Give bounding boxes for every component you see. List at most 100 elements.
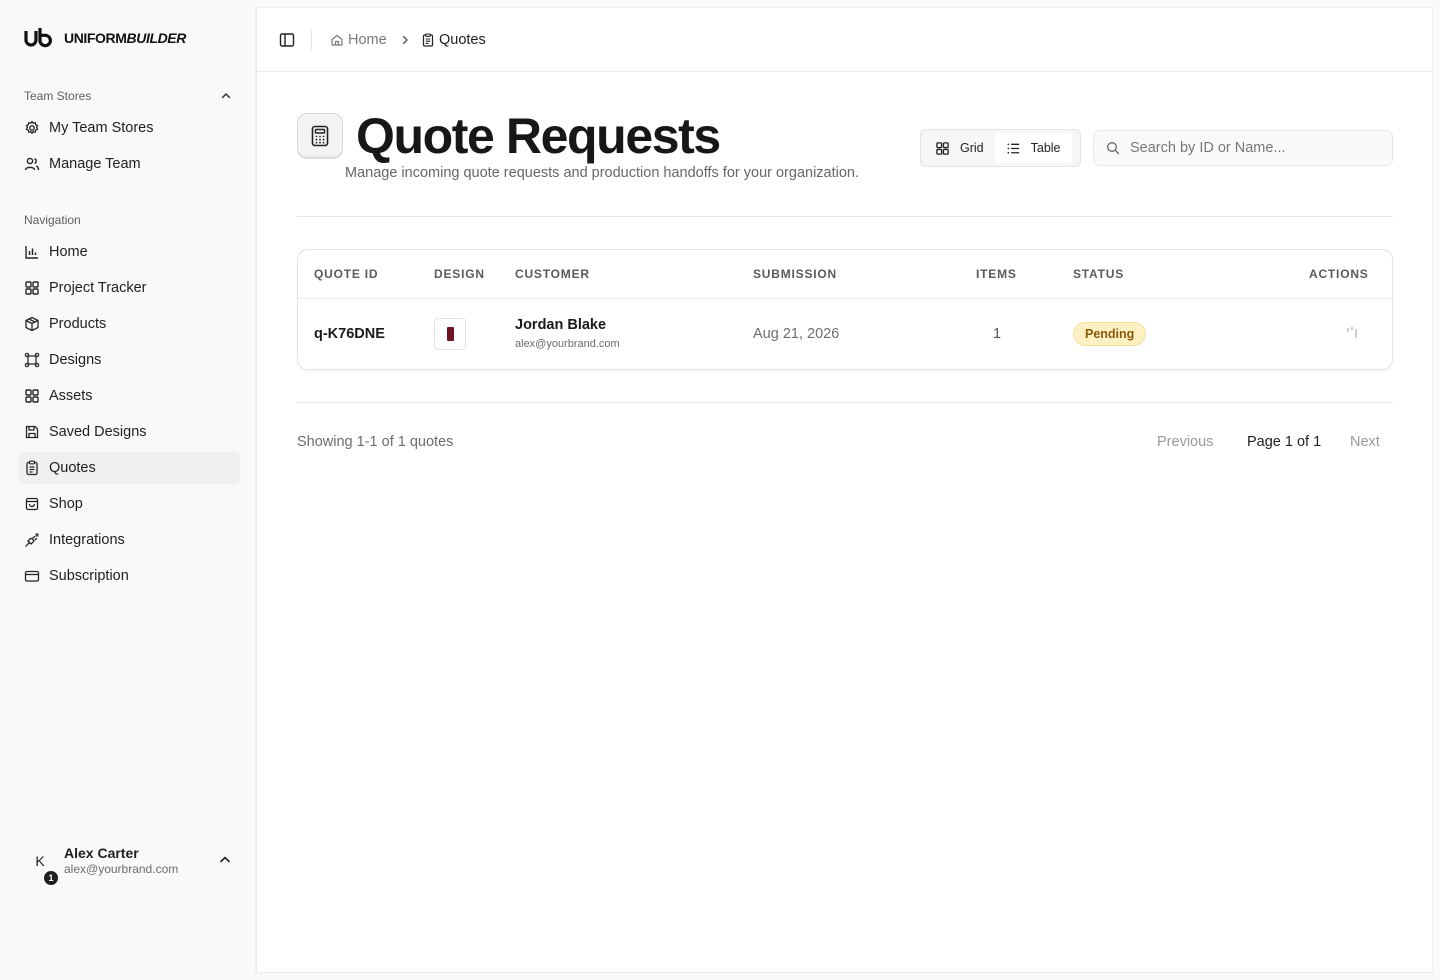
sidebar-item-subscription[interactable]: Subscription [18,560,240,592]
list-icon [1007,142,1019,154]
column-header-status[interactable]: STATUS [1073,267,1124,281]
table-view-label: Table [1030,141,1061,155]
sidebar-item-label: My Team Stores [49,120,154,136]
layout-grid-icon [25,389,39,403]
customer-name: Jordan Blake [515,317,607,333]
uniformbuilder-logo-icon [24,28,52,48]
chevron-right-icon [402,35,408,45]
sidebar-item-label: Assets [49,388,93,404]
layout-grid-icon [25,281,39,295]
home-icon [331,34,343,46]
sidebar-item-label: Quotes [49,460,96,476]
sidebar-item-integrations[interactable]: Integrations [18,524,240,556]
submission-date: Aug 21, 2026 [753,326,840,342]
credit-card-icon [24,570,40,582]
navigation-group-title: Navigation [24,213,81,227]
customer-email: alex@yourbrand.com [515,338,620,350]
sidebar-item-label: Products [49,316,107,332]
page-title-icon [297,113,343,159]
shopping-bag-icon [25,497,39,511]
grid-view-button[interactable]: Grid [924,133,995,163]
sidebar-item-quotes[interactable]: Quotes [18,452,240,484]
breadcrumb-home[interactable]: Home [330,30,387,50]
sidebar-item-label: Home [49,244,88,260]
column-header-design[interactable]: DESIGN [434,267,485,281]
user-menu[interactable]: K 1 Alex Carter alex@yourbrand.com [24,838,234,885]
user-name: Alex Carter [64,845,139,861]
view-toggle: Grid Table [920,129,1081,167]
layout-grid-icon [936,141,949,155]
sidebar-item-label: Integrations [49,532,125,548]
results-summary: Showing 1-1 of 1 quotes [297,434,454,450]
sidebar-item-label: Saved Designs [49,424,147,440]
column-header-customer[interactable]: CUSTOMER [515,267,590,281]
gear-icon [25,120,39,134]
next-page-button[interactable]: Next [1350,434,1380,450]
brand-name: UNIFORMBUILDER [64,30,186,46]
breadcrumb-current: Quotes [421,30,486,50]
header-divider [297,216,1393,217]
previous-page-button[interactable]: Previous [1157,434,1213,450]
search-icon [1107,142,1120,155]
package-icon [25,316,39,332]
sidebar-item-label: Project Tracker [49,280,147,296]
sidebar-item-my-team-stores[interactable]: My Team Stores [18,112,240,144]
page-subtitle: Manage incoming quote requests and produ… [345,165,860,181]
topbar-divider [311,30,312,50]
search-input[interactable] [1130,140,1380,156]
sidebar-item-label: Subscription [49,568,129,584]
sidebar: UNIFORMBUILDER Team Stores My Team Store… [0,0,256,980]
user-info: Alex Carter alex@yourbrand.com [64,845,178,877]
brand-logo[interactable]: UNIFORMBUILDER [24,28,186,48]
sidebar-item-label: Shop [49,496,83,512]
chevron-up-icon [221,92,231,99]
table-view-button[interactable]: Table [994,133,1072,163]
calculator-icon [311,125,329,147]
design-thumbnail[interactable] [434,318,466,350]
plug-icon [25,533,39,547]
top-bar: Home Quotes [257,8,1433,72]
team-stores-group-header[interactable]: Team Stores [24,86,232,106]
column-header-submission[interactable]: SUBMISSION [753,267,837,281]
column-header-actions: ACTIONS [1309,267,1369,281]
table-row[interactable]: q-K76DNE Jordan Blake alex@yourbrand.com… [298,299,1392,369]
page-indicator: Page 1 of 1 [1247,434,1322,450]
sidebar-toggle-icon[interactable] [279,32,295,48]
quote-id[interactable]: q-K76DNE [314,326,385,342]
jersey-preview-icon [446,327,454,341]
quotes-table: QUOTE ID DESIGN CUSTOMER SUBMISSION ITEM… [297,249,1393,370]
user-email: alex@yourbrand.com [64,862,179,876]
search-box [1093,130,1393,166]
footer-divider [297,402,1393,403]
main-panel: Home Quotes Quote Requests Manage incomi… [256,8,1433,972]
items-count: 1 [993,326,1002,342]
sidebar-item-products[interactable]: Products [18,308,240,340]
sidebar-item-project-tracker[interactable]: Project Tracker [18,272,240,304]
sidebar-item-saved-designs[interactable]: Saved Designs [18,416,240,448]
table-header: QUOTE ID DESIGN CUSTOMER SUBMISSION ITEM… [298,250,1392,299]
sidebar-item-manage-team[interactable]: Manage Team [18,148,240,180]
users-icon [24,157,40,171]
column-header-items[interactable]: ITEMS [976,267,1017,281]
breadcrumb-home-label: Home [348,32,387,48]
sidebar-item-designs[interactable]: Designs [18,344,240,376]
avatar: K 1 [24,845,58,885]
sidebar-item-label: Manage Team [49,156,141,172]
page-title: Quote Requests [356,108,721,164]
save-icon [25,425,39,439]
breadcrumb-current-label: Quotes [439,32,486,48]
column-header-quote-id[interactable]: QUOTE ID [314,267,378,281]
chevron-up-icon[interactable] [218,853,232,867]
grid-view-label: Grid [960,141,984,155]
status-badge: Pending [1073,322,1147,346]
bar-chart-icon [25,246,38,259]
more-actions-icon[interactable] [1346,326,1358,340]
sidebar-item-home[interactable]: Home [18,236,240,268]
clipboard-icon [26,460,38,476]
sidebar-item-shop[interactable]: Shop [18,488,240,520]
sidebar-item-label: Designs [49,352,102,368]
notification-badge: 1 [44,871,58,885]
avatar-initial: K [35,853,45,869]
sidebar-item-assets[interactable]: Assets [18,380,240,412]
team-stores-group-title: Team Stores [24,89,92,103]
